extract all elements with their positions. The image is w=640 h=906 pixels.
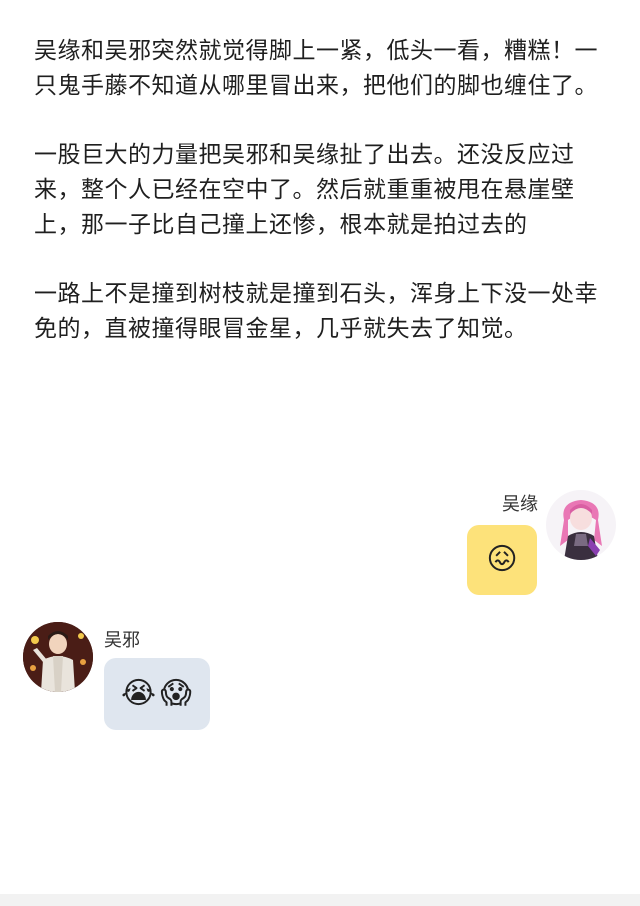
avatar-girl-icon (546, 490, 616, 560)
loudly-crying-face-icon: 😭 (121, 676, 157, 711)
story-text: 吴缘和吴邪突然就觉得脚上一紧，低头一看，糟糕！一只鬼手藤不知道从哪里冒出来，把他… (34, 34, 612, 381)
face-screaming-in-fear-icon: 😱 (160, 676, 192, 711)
avatar-boy-icon (23, 622, 93, 692)
story-paragraph: 吴缘和吴邪突然就觉得脚上一紧，低头一看，糟糕！一只鬼手藤不知道从哪里冒出来，把他… (34, 38, 598, 99)
avatar[interactable] (546, 490, 616, 560)
confounded-face-icon: 😖 (486, 542, 518, 577)
sender-name: 吴缘 (502, 494, 538, 515)
message-bubble[interactable]: 😭 😱 (104, 658, 210, 730)
chat-message-right: 吴缘 😖 (0, 480, 640, 610)
chat-message-left: 吴邪 😭 😱 (0, 620, 640, 740)
story-paragraph: 一股巨大的力量把吴邪和吴缘扯了出去。还没反应过来，整个人已经在空中了。然后就重重… (34, 142, 575, 238)
message-bubble[interactable]: 😖 (467, 525, 537, 595)
avatar[interactable] (23, 622, 93, 692)
bottom-bar (0, 894, 640, 906)
sender-name: 吴邪 (104, 630, 140, 651)
story-paragraph: 一路上不是撞到树枝就是撞到石头，浑身上下没一处幸免的，直被撞得眼冒金星，几乎就失… (34, 281, 598, 342)
